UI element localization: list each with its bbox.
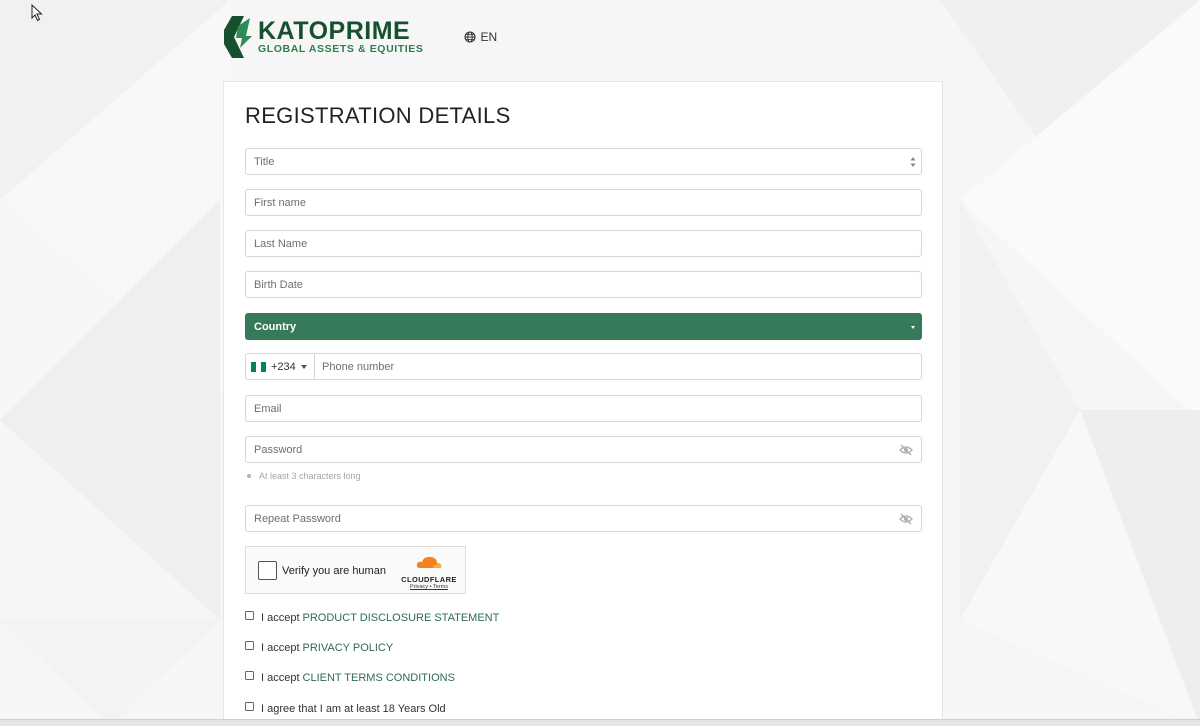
agree-terms-prefix: I accept [261,672,300,684]
select-arrows-icon [910,157,916,167]
captcha-separator: • [429,584,432,590]
agree-terms-checkbox[interactable] [245,670,254,680]
password-field[interactable]: Password [245,436,922,463]
header: KATOPRIME GLOBAL ASSETS & EQUITIES EN [222,14,497,60]
password-hint: At least 3 characters long [247,471,361,481]
bullet-icon [247,474,251,478]
globe-icon [463,31,476,43]
last-name-placeholder: Last Name [254,237,308,250]
agree-age-text: I agree that I am at least 18 Years Old [261,703,446,715]
caret-down-icon [300,364,307,369]
captcha-widget: Verify you are human CLOUDFLARE Privacy … [245,546,466,594]
window-bottom-edge [0,719,1200,726]
last-name-field[interactable]: Last Name [245,230,922,257]
title-select-value: Title [254,155,275,168]
eye-slash-icon[interactable] [899,513,913,525]
dial-code: +234 [271,360,296,373]
title-select[interactable]: Title [245,148,922,175]
repeat-password-field[interactable]: Repeat Password [245,505,922,532]
captcha-label: Verify you are human [282,565,386,577]
phone-field: +234 Phone number [245,353,922,380]
brand-tagline: GLOBAL ASSETS & EQUITIES [258,43,424,55]
agree-privacy: I accept PRIVACY POLICY [245,640,394,654]
brand-logo[interactable]: KATOPRIME GLOBAL ASSETS & EQUITIES [222,14,424,60]
chevron-down-icon [911,326,915,329]
brand-name: KATOPRIME [258,17,411,45]
agree-pds-checkbox[interactable] [245,610,254,620]
captcha-terms-link[interactable]: Terms [433,584,448,590]
agree-age-checkbox[interactable] [245,701,254,711]
repeat-password-placeholder: Repeat Password [254,512,341,525]
phone-number-input[interactable]: Phone number [315,361,394,373]
product-disclosure-link[interactable]: PRODUCT DISCLOSURE STATEMENT [303,612,500,624]
page-title: REGISTRATION DETAILS [245,103,511,128]
cloudflare-branding: CLOUDFLARE Privacy • Terms [400,555,458,590]
agree-pds-prefix: I accept [261,612,300,624]
agree-age: I agree that I am at least 18 Years Old [245,701,446,715]
phone-number-placeholder: Phone number [322,360,395,373]
language-selector[interactable]: EN [463,30,498,44]
registration-card: REGISTRATION DETAILS Title First name La… [223,81,943,726]
agree-privacy-checkbox[interactable] [245,640,254,650]
katoprime-logo-icon [224,16,252,58]
captcha-privacy-link[interactable]: Privacy [410,584,428,590]
cloudflare-cloud-icon [416,556,442,568]
captcha-checkbox[interactable] [258,561,277,580]
agree-terms: I accept CLIENT TERMS CONDITIONS [245,670,455,684]
first-name-placeholder: First name [254,196,306,209]
agree-privacy-prefix: I accept [261,642,300,654]
dial-code-selector[interactable]: +234 [246,354,315,379]
agree-pds: I accept PRODUCT DISCLOSURE STATEMENT [245,610,500,624]
password-hint-text: At least 3 characters long [259,471,361,481]
password-placeholder: Password [254,443,303,456]
cloudflare-links: Privacy • Terms [400,584,458,590]
email-placeholder: Email [254,402,282,415]
cloudflare-name: CLOUDFLARE [401,575,457,584]
eye-slash-icon[interactable] [899,444,913,456]
first-name-field[interactable]: First name [245,189,922,216]
email-field[interactable]: Email [245,395,922,422]
privacy-policy-link[interactable]: PRIVACY POLICY [303,642,394,654]
language-label: EN [480,30,498,44]
country-select[interactable]: Country [245,313,922,340]
client-terms-link[interactable]: CLIENT TERMS CONDITIONS [303,672,455,684]
mouse-cursor-icon [31,4,43,22]
birth-date-placeholder: Birth Date [254,278,303,291]
country-select-value: Country [254,320,297,333]
birth-date-field[interactable]: Birth Date [245,271,922,298]
nigeria-flag-icon [251,361,266,372]
